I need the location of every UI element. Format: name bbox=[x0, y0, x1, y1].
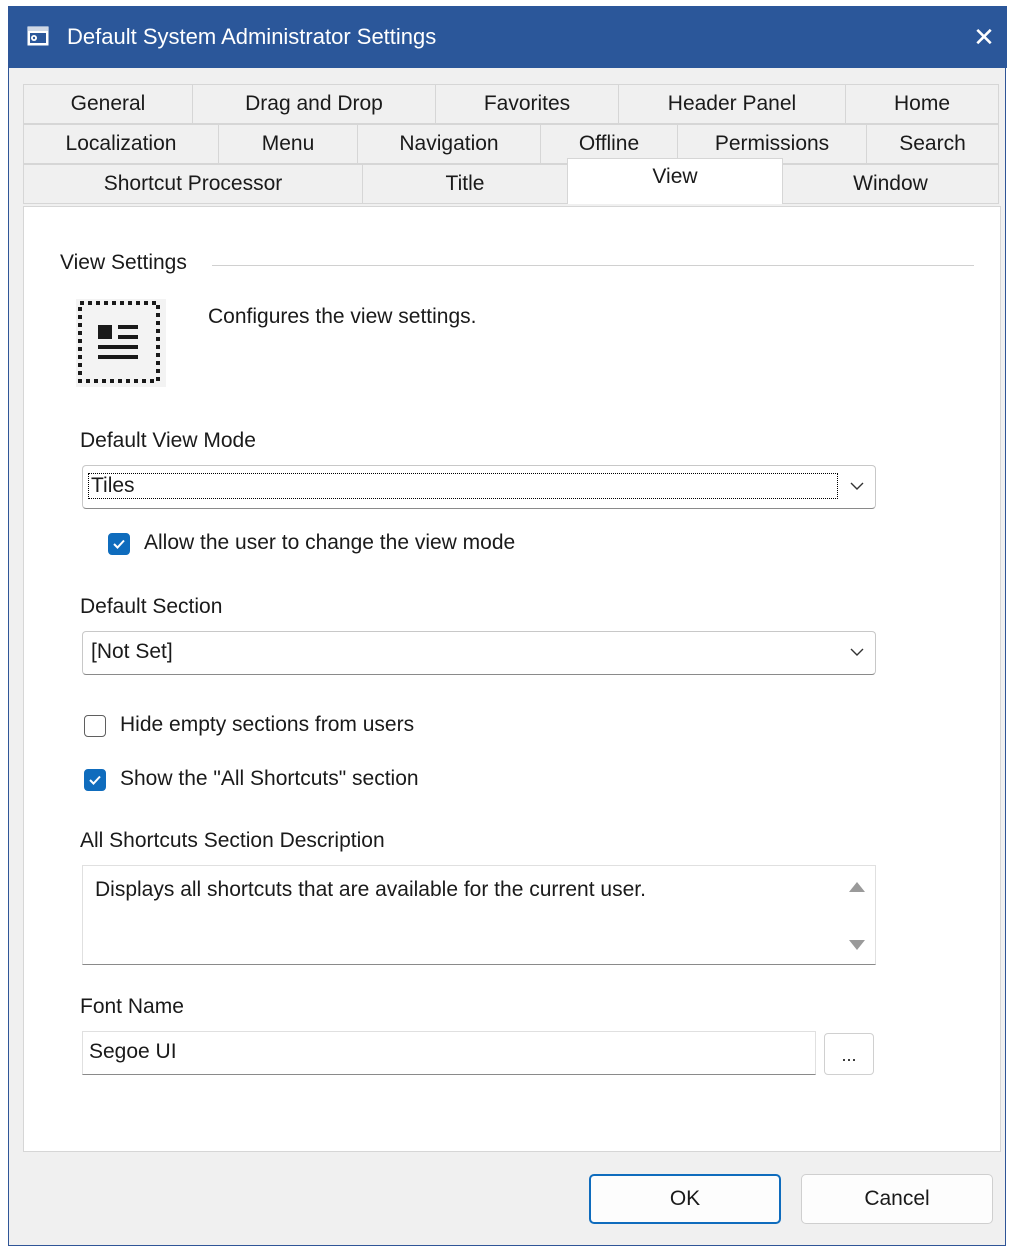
section-value: [Not Set] bbox=[91, 640, 173, 663]
group-description: Configures the view settings. bbox=[208, 305, 477, 328]
view-mode-label: Default View Mode bbox=[80, 429, 256, 452]
scroll-up-icon[interactable] bbox=[849, 882, 865, 892]
group-divider bbox=[212, 265, 974, 266]
tab-shortcut-processor[interactable]: Shortcut Processor bbox=[23, 164, 363, 204]
view-mode-select[interactable]: Tiles bbox=[82, 465, 876, 509]
app-window-icon bbox=[27, 26, 49, 46]
chevron-down-icon bbox=[850, 482, 864, 490]
title-bar[interactable]: Default System Administrator Settings ✕ bbox=[9, 6, 1007, 68]
close-icon[interactable]: ✕ bbox=[961, 6, 1007, 68]
checkmark-icon bbox=[113, 539, 125, 549]
cancel-button[interactable]: Cancel bbox=[801, 1174, 993, 1224]
section-select[interactable]: [Not Set] bbox=[82, 631, 876, 675]
ok-button[interactable]: OK bbox=[589, 1174, 781, 1224]
font-label: Font Name bbox=[80, 995, 184, 1018]
tab-header-panel[interactable]: Header Panel bbox=[618, 84, 846, 124]
font-name-value: Segoe UI bbox=[89, 1040, 177, 1063]
scroll-down-icon[interactable] bbox=[849, 940, 865, 950]
tab-general[interactable]: General bbox=[23, 84, 193, 124]
show-all-checkbox[interactable] bbox=[84, 769, 106, 791]
tab-home[interactable]: Home bbox=[845, 84, 999, 124]
view-settings-panel: View Settings Configures the view settin… bbox=[23, 206, 1001, 1152]
all-desc-label: All Shortcuts Section Description bbox=[80, 829, 385, 852]
show-all-label[interactable]: Show the "All Shortcuts" section bbox=[120, 767, 419, 791]
tab-navigation[interactable]: Navigation bbox=[357, 124, 541, 164]
view-settings-icon bbox=[76, 299, 166, 387]
font-name-input[interactable]: Segoe UI bbox=[82, 1031, 816, 1075]
all-desc-textarea[interactable]: Displays all shortcuts that are availabl… bbox=[82, 865, 876, 965]
group-title: View Settings bbox=[60, 251, 187, 274]
tab-menu[interactable]: Menu bbox=[218, 124, 358, 164]
settings-dialog: Default System Administrator Settings ✕ … bbox=[8, 6, 1007, 1246]
hide-empty-checkbox[interactable] bbox=[84, 715, 106, 737]
window-title: Default System Administrator Settings bbox=[67, 24, 437, 49]
tab-title[interactable]: Title bbox=[362, 164, 568, 204]
tab-drag-and-drop[interactable]: Drag and Drop bbox=[192, 84, 436, 124]
tab-favorites[interactable]: Favorites bbox=[435, 84, 619, 124]
hide-empty-label[interactable]: Hide empty sections from users bbox=[120, 713, 414, 737]
tab-window[interactable]: Window bbox=[782, 164, 999, 204]
all-desc-value: Displays all shortcuts that are availabl… bbox=[95, 878, 646, 901]
view-mode-value: Tiles bbox=[88, 473, 838, 499]
section-label: Default Section bbox=[80, 595, 223, 618]
allow-change-label[interactable]: Allow the user to change the view mode bbox=[144, 531, 515, 555]
browse-font-button[interactable]: ... bbox=[824, 1033, 874, 1075]
tab-search[interactable]: Search bbox=[866, 124, 999, 164]
tab-view[interactable]: View bbox=[567, 158, 783, 204]
chevron-down-icon bbox=[850, 648, 864, 656]
checkmark-icon bbox=[89, 775, 101, 785]
tab-localization[interactable]: Localization bbox=[23, 124, 219, 164]
allow-change-checkbox[interactable] bbox=[108, 533, 130, 555]
